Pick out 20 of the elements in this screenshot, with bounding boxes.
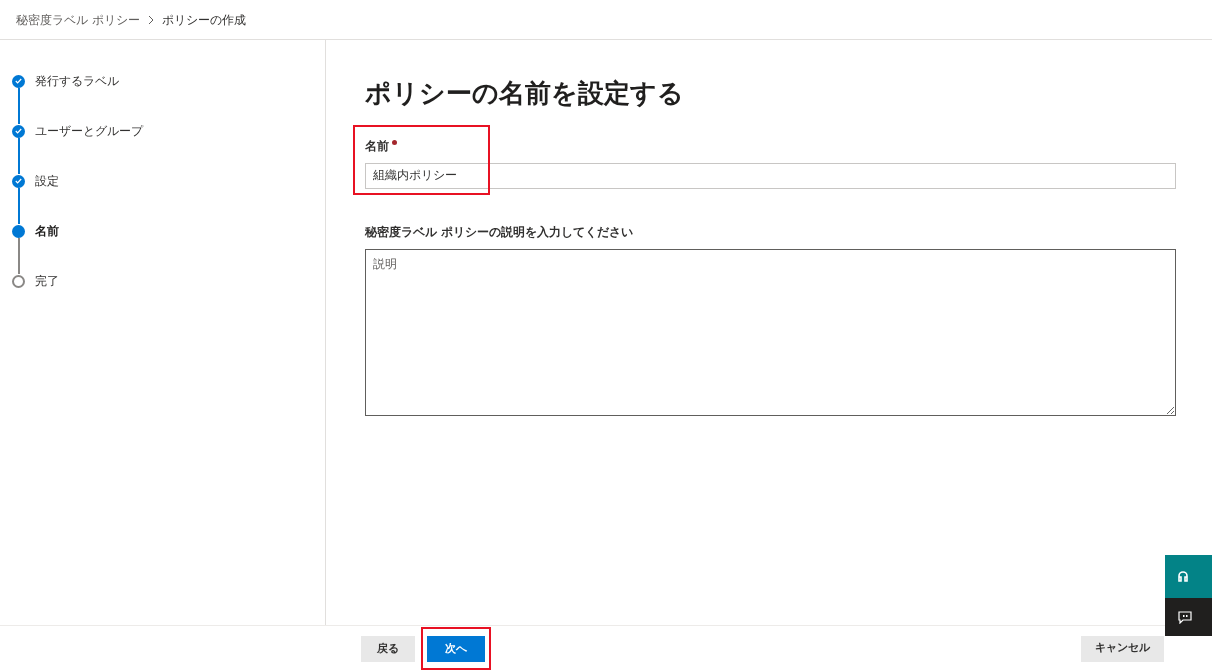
cancel-button[interactable]: キャンセル (1081, 635, 1164, 662)
next-button[interactable]: 次へ (427, 636, 485, 663)
step-label: ユーザーとグループ (35, 123, 143, 140)
headset-icon (1177, 570, 1189, 583)
step-label: 設定 (35, 173, 59, 190)
breadcrumb-item[interactable]: 秘密度ラベル ポリシー (16, 10, 140, 29)
chevron-right-icon (147, 14, 154, 25)
feedback-tab[interactable] (1165, 598, 1212, 636)
step-label: 発行するラベル (35, 73, 119, 90)
chat-icon (1178, 610, 1192, 624)
breadcrumb-item: ポリシーの作成 (161, 11, 246, 29)
description-text-area[interactable]: 説明 (365, 248, 1176, 416)
support-tab[interactable] (1165, 555, 1212, 598)
field-label: 名前 (365, 138, 389, 155)
step-label: 完了 (35, 273, 59, 290)
name-input-field[interactable]: 組織内ポリシー (365, 162, 1176, 189)
field-label: 秘密度ラベル ポリシーの説明を入力してください (365, 223, 634, 241)
step-label: 名前 (35, 223, 59, 240)
back-button[interactable]: 戻る (361, 636, 415, 663)
page-title: ポリシーの名前を設定する (365, 77, 684, 110)
